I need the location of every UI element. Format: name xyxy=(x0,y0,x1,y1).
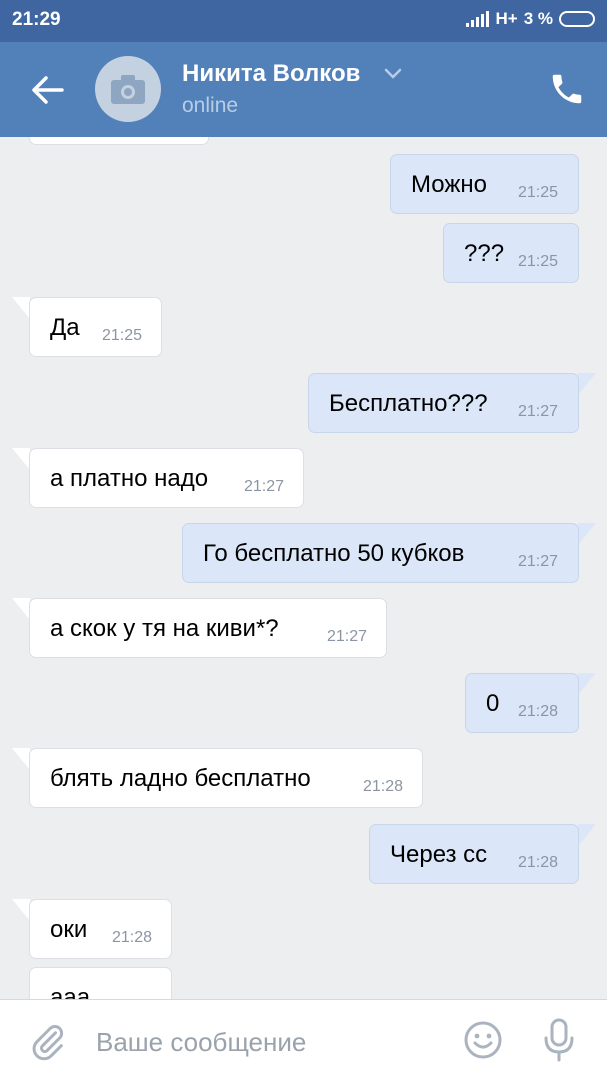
message-list[interactable]: Можно 21:25 ??? 21:25 Да 21:25 Бесплатно… xyxy=(0,137,607,999)
message-bubble-outgoing[interactable]: Го бесплатно 50 кубков 21:27 xyxy=(182,523,579,583)
bubble-tail xyxy=(578,523,596,545)
message-text: Да xyxy=(50,314,80,341)
bubble-tail xyxy=(12,598,30,620)
chat-header: Никита Волков online xyxy=(0,42,607,137)
message-input[interactable] xyxy=(96,1022,436,1062)
signal-icon xyxy=(466,11,490,27)
message-time: 21:25 xyxy=(517,184,558,201)
message-text: 0 xyxy=(486,690,500,717)
message-time: 21:27 xyxy=(517,403,558,420)
microphone-icon[interactable] xyxy=(541,1018,577,1062)
message-text: оки xyxy=(50,916,88,943)
message-bubble-incoming[interactable]: а платно надо 21:27 xyxy=(29,448,304,508)
back-arrow-icon[interactable] xyxy=(28,72,68,108)
message-text: а платно надо xyxy=(50,465,209,492)
contact-name[interactable]: Никита Волков xyxy=(182,60,360,88)
message-time: 21:28 xyxy=(517,854,558,871)
bubble-tail xyxy=(12,448,30,470)
smiley-icon[interactable] xyxy=(463,1020,503,1060)
status-indicators: H+ 3 % xyxy=(466,9,595,29)
contact-online-status: online xyxy=(182,94,239,117)
message-text: ??? xyxy=(464,240,505,267)
message-text: ааа xyxy=(50,984,91,999)
message-bubble-incoming[interactable]: оки 21:28 xyxy=(29,899,172,959)
message-time: 21:27 xyxy=(326,628,367,645)
message-text: Можно xyxy=(411,171,487,198)
status-bar: 21:29 H+ 3 % xyxy=(0,0,607,42)
message-bubble-incoming[interactable]: а скок у тя на киви*? 21:27 xyxy=(29,598,387,658)
network-type: H+ xyxy=(495,9,518,28)
message-time: 21:28 xyxy=(362,778,403,795)
chevron-down-icon[interactable] xyxy=(384,68,402,80)
message-bubble-outgoing[interactable]: 0 21:28 xyxy=(465,673,579,733)
message-time: 21:27 xyxy=(243,478,284,495)
bubble-tail xyxy=(578,673,596,695)
message-bubble-incoming[interactable]: ааа xyxy=(29,967,172,999)
status-time: 21:29 xyxy=(12,9,61,30)
message-time: 21:27 xyxy=(517,553,558,570)
message-time: 21:28 xyxy=(517,703,558,720)
bubble-tail xyxy=(12,899,30,921)
composer-bar xyxy=(0,999,607,1080)
camera-icon xyxy=(111,75,145,104)
message-time: 21:25 xyxy=(101,327,142,344)
bubble-tail xyxy=(12,748,30,770)
message-time: 21:25 xyxy=(517,253,558,270)
bubble-tail xyxy=(12,297,30,319)
bubble-tail xyxy=(578,373,596,395)
message-bubble-partial xyxy=(29,137,209,145)
message-text: Бесплатно??? xyxy=(329,390,488,417)
message-bubble-outgoing[interactable]: Через сс 21:28 xyxy=(369,824,579,884)
avatar[interactable] xyxy=(95,56,161,122)
message-bubble-incoming[interactable]: Да 21:25 xyxy=(29,297,162,357)
battery-percent: 3 % xyxy=(523,9,553,28)
bubble-tail xyxy=(578,824,596,846)
message-bubble-outgoing[interactable]: ??? 21:25 xyxy=(443,223,579,283)
paperclip-icon[interactable] xyxy=(28,1022,68,1062)
message-text: Через сс xyxy=(390,841,488,868)
message-time: 21:28 xyxy=(111,929,152,946)
battery-icon xyxy=(559,11,595,27)
message-text: а скок у тя на киви*? xyxy=(50,615,279,642)
message-text: Го бесплатно 50 кубков xyxy=(203,540,465,567)
message-bubble-outgoing[interactable]: Можно 21:25 xyxy=(390,154,579,214)
phone-icon[interactable] xyxy=(548,70,586,108)
message-text: блять ладно бесплатно xyxy=(50,765,311,792)
message-bubble-outgoing[interactable]: Бесплатно??? 21:27 xyxy=(308,373,579,433)
message-bubble-incoming[interactable]: блять ладно бесплатно 21:28 xyxy=(29,748,423,808)
